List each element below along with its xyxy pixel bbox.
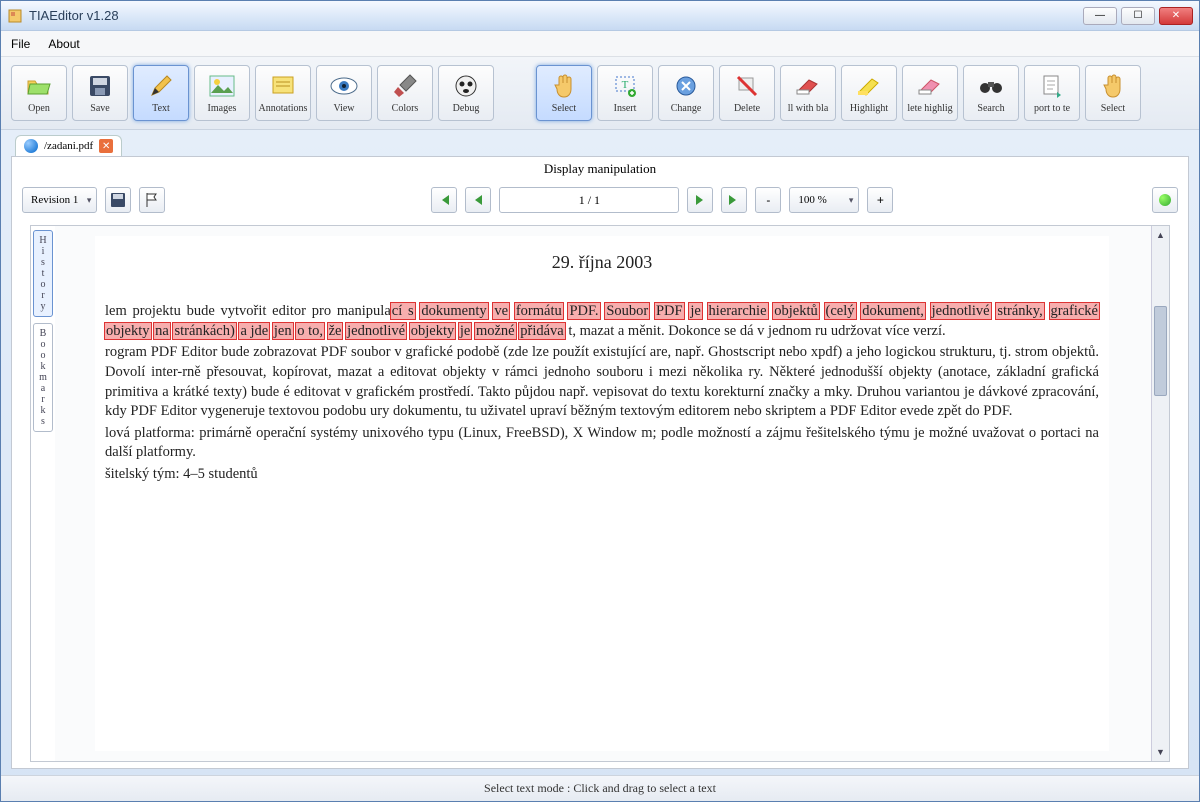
vertical-scrollbar[interactable]: ▲ ▼ — [1151, 226, 1169, 761]
floppy-small-icon — [110, 192, 126, 208]
hand-icon — [550, 72, 578, 100]
workspace: Display manipulation Revision 1 - 100 % … — [11, 156, 1189, 769]
document-area: History Bookmarks 29. října 2003 lem pro… — [30, 225, 1170, 762]
zoom-out-button[interactable]: - — [755, 187, 781, 213]
save-revision-button[interactable] — [105, 187, 131, 213]
document-tab[interactable]: /zadani.pdf ✕ — [15, 135, 122, 156]
insert-button[interactable]: TInsert — [597, 65, 653, 121]
titlebar: TIAEditor v1.28 — ☐ ✕ — [1, 1, 1199, 31]
controls-row: Revision 1 - 100 % + — [12, 181, 1188, 219]
menubar: File About — [1, 31, 1199, 57]
binoculars-icon — [977, 72, 1005, 100]
tab-strip: /zadani.pdf ✕ — [1, 130, 1199, 156]
flag-icon — [145, 192, 159, 208]
next-page-button[interactable] — [687, 187, 713, 213]
paragraph-4: šitelský tým: 4–5 studentů — [105, 465, 1099, 485]
first-icon — [437, 193, 451, 207]
toolgroup-left: Open Save Text Images Annotations View C… — [11, 65, 494, 121]
brush-icon — [391, 72, 419, 100]
svg-text:T: T — [622, 79, 629, 91]
toolgroup-right: Select TInsert Change Delete ll with bla… — [536, 65, 1141, 121]
tab-label: /zadani.pdf — [44, 140, 93, 152]
status-text: Select text mode : Click and drag to sel… — [484, 781, 716, 796]
highlight-button[interactable]: Highlight — [841, 65, 897, 121]
status-indicator-button[interactable] — [1152, 187, 1178, 213]
paragraph-2: rogram PDF Editor bude zobrazovat PDF so… — [105, 343, 1099, 421]
view-button[interactable]: View — [316, 65, 372, 121]
change-button[interactable]: Change — [658, 65, 714, 121]
images-button[interactable]: Images — [194, 65, 250, 121]
globe-icon — [24, 139, 38, 153]
bookmarks-tab[interactable]: Bookmarks — [33, 323, 53, 432]
select2-button[interactable]: Select — [1085, 65, 1141, 121]
scroll-down-button[interactable]: ▼ — [1152, 743, 1169, 761]
highlighter-icon — [855, 72, 883, 100]
zoom-in-button[interactable]: + — [867, 187, 893, 213]
paragraph-3: lová platforma: primárně operační systém… — [105, 424, 1099, 463]
zoom-combo[interactable]: 100 % — [789, 187, 859, 213]
last-icon — [727, 193, 741, 207]
side-tabs: History Bookmarks — [31, 226, 55, 761]
colors-button[interactable]: Colors — [377, 65, 433, 121]
eraser-red-icon — [794, 72, 822, 100]
flag-button[interactable] — [139, 187, 165, 213]
page-canvas: 29. října 2003 lem projektu bude vytvoři… — [55, 226, 1169, 761]
annotations-button[interactable]: Annotations — [255, 65, 311, 121]
fill-blank-button[interactable]: ll with bla — [780, 65, 836, 121]
delete-button[interactable]: Delete — [719, 65, 775, 121]
open-button[interactable]: Open — [11, 65, 67, 121]
scroll-up-button[interactable]: ▲ — [1152, 226, 1169, 244]
app-window: TIAEditor v1.28 — ☐ ✕ File About Open Sa… — [0, 0, 1200, 802]
app-icon — [7, 8, 23, 24]
maximize-button[interactable]: ☐ — [1121, 7, 1155, 25]
history-tab[interactable]: History — [33, 230, 53, 317]
export-text-button[interactable]: port to te — [1024, 65, 1080, 121]
eraser-pink-icon — [916, 72, 944, 100]
hand-icon — [1099, 72, 1127, 100]
mask-icon — [452, 72, 480, 100]
window-controls: — ☐ ✕ — [1083, 7, 1193, 25]
insert-text-icon: T — [611, 72, 639, 100]
close-button[interactable]: ✕ — [1159, 7, 1193, 25]
prev-page-button[interactable] — [465, 187, 491, 213]
note-icon — [269, 72, 297, 100]
delete-highlight-button[interactable]: lete highlig — [902, 65, 958, 121]
page-content: 29. října 2003 lem projektu bude vytvoři… — [95, 236, 1109, 751]
debug-button[interactable]: Debug — [438, 65, 494, 121]
picture-icon — [208, 72, 236, 100]
menu-file[interactable]: File — [11, 37, 30, 51]
folder-open-icon — [25, 72, 53, 100]
page-field[interactable] — [499, 187, 679, 213]
close-tab-button[interactable]: ✕ — [99, 139, 113, 153]
eye-icon — [330, 72, 358, 100]
first-page-button[interactable] — [431, 187, 457, 213]
green-dot-icon — [1159, 194, 1171, 206]
scroll-thumb[interactable] — [1154, 306, 1167, 396]
export-icon — [1038, 72, 1066, 100]
statusbar: Select text mode : Click and drag to sel… — [1, 775, 1199, 801]
pencil-icon — [147, 72, 175, 100]
menu-about[interactable]: About — [48, 37, 79, 51]
revision-combo[interactable]: Revision 1 — [22, 187, 97, 213]
text-button[interactable]: Text — [133, 65, 189, 121]
prev-icon — [472, 193, 484, 207]
last-page-button[interactable] — [721, 187, 747, 213]
window-title: TIAEditor v1.28 — [29, 8, 1083, 23]
delete-icon — [733, 72, 761, 100]
save-button[interactable]: Save — [72, 65, 128, 121]
document-date: 29. října 2003 — [105, 250, 1099, 274]
floppy-icon — [86, 72, 114, 100]
paragraph-1: lem projektu bude vytvořit editor pro ma… — [105, 302, 1099, 341]
next-icon — [694, 193, 706, 207]
select-button[interactable]: Select — [536, 65, 592, 121]
search-button[interactable]: Search — [963, 65, 1019, 121]
toolbar: Open Save Text Images Annotations View C… — [1, 57, 1199, 130]
change-icon — [672, 72, 700, 100]
panel-title: Display manipulation — [12, 157, 1188, 181]
minimize-button[interactable]: — — [1083, 7, 1117, 25]
